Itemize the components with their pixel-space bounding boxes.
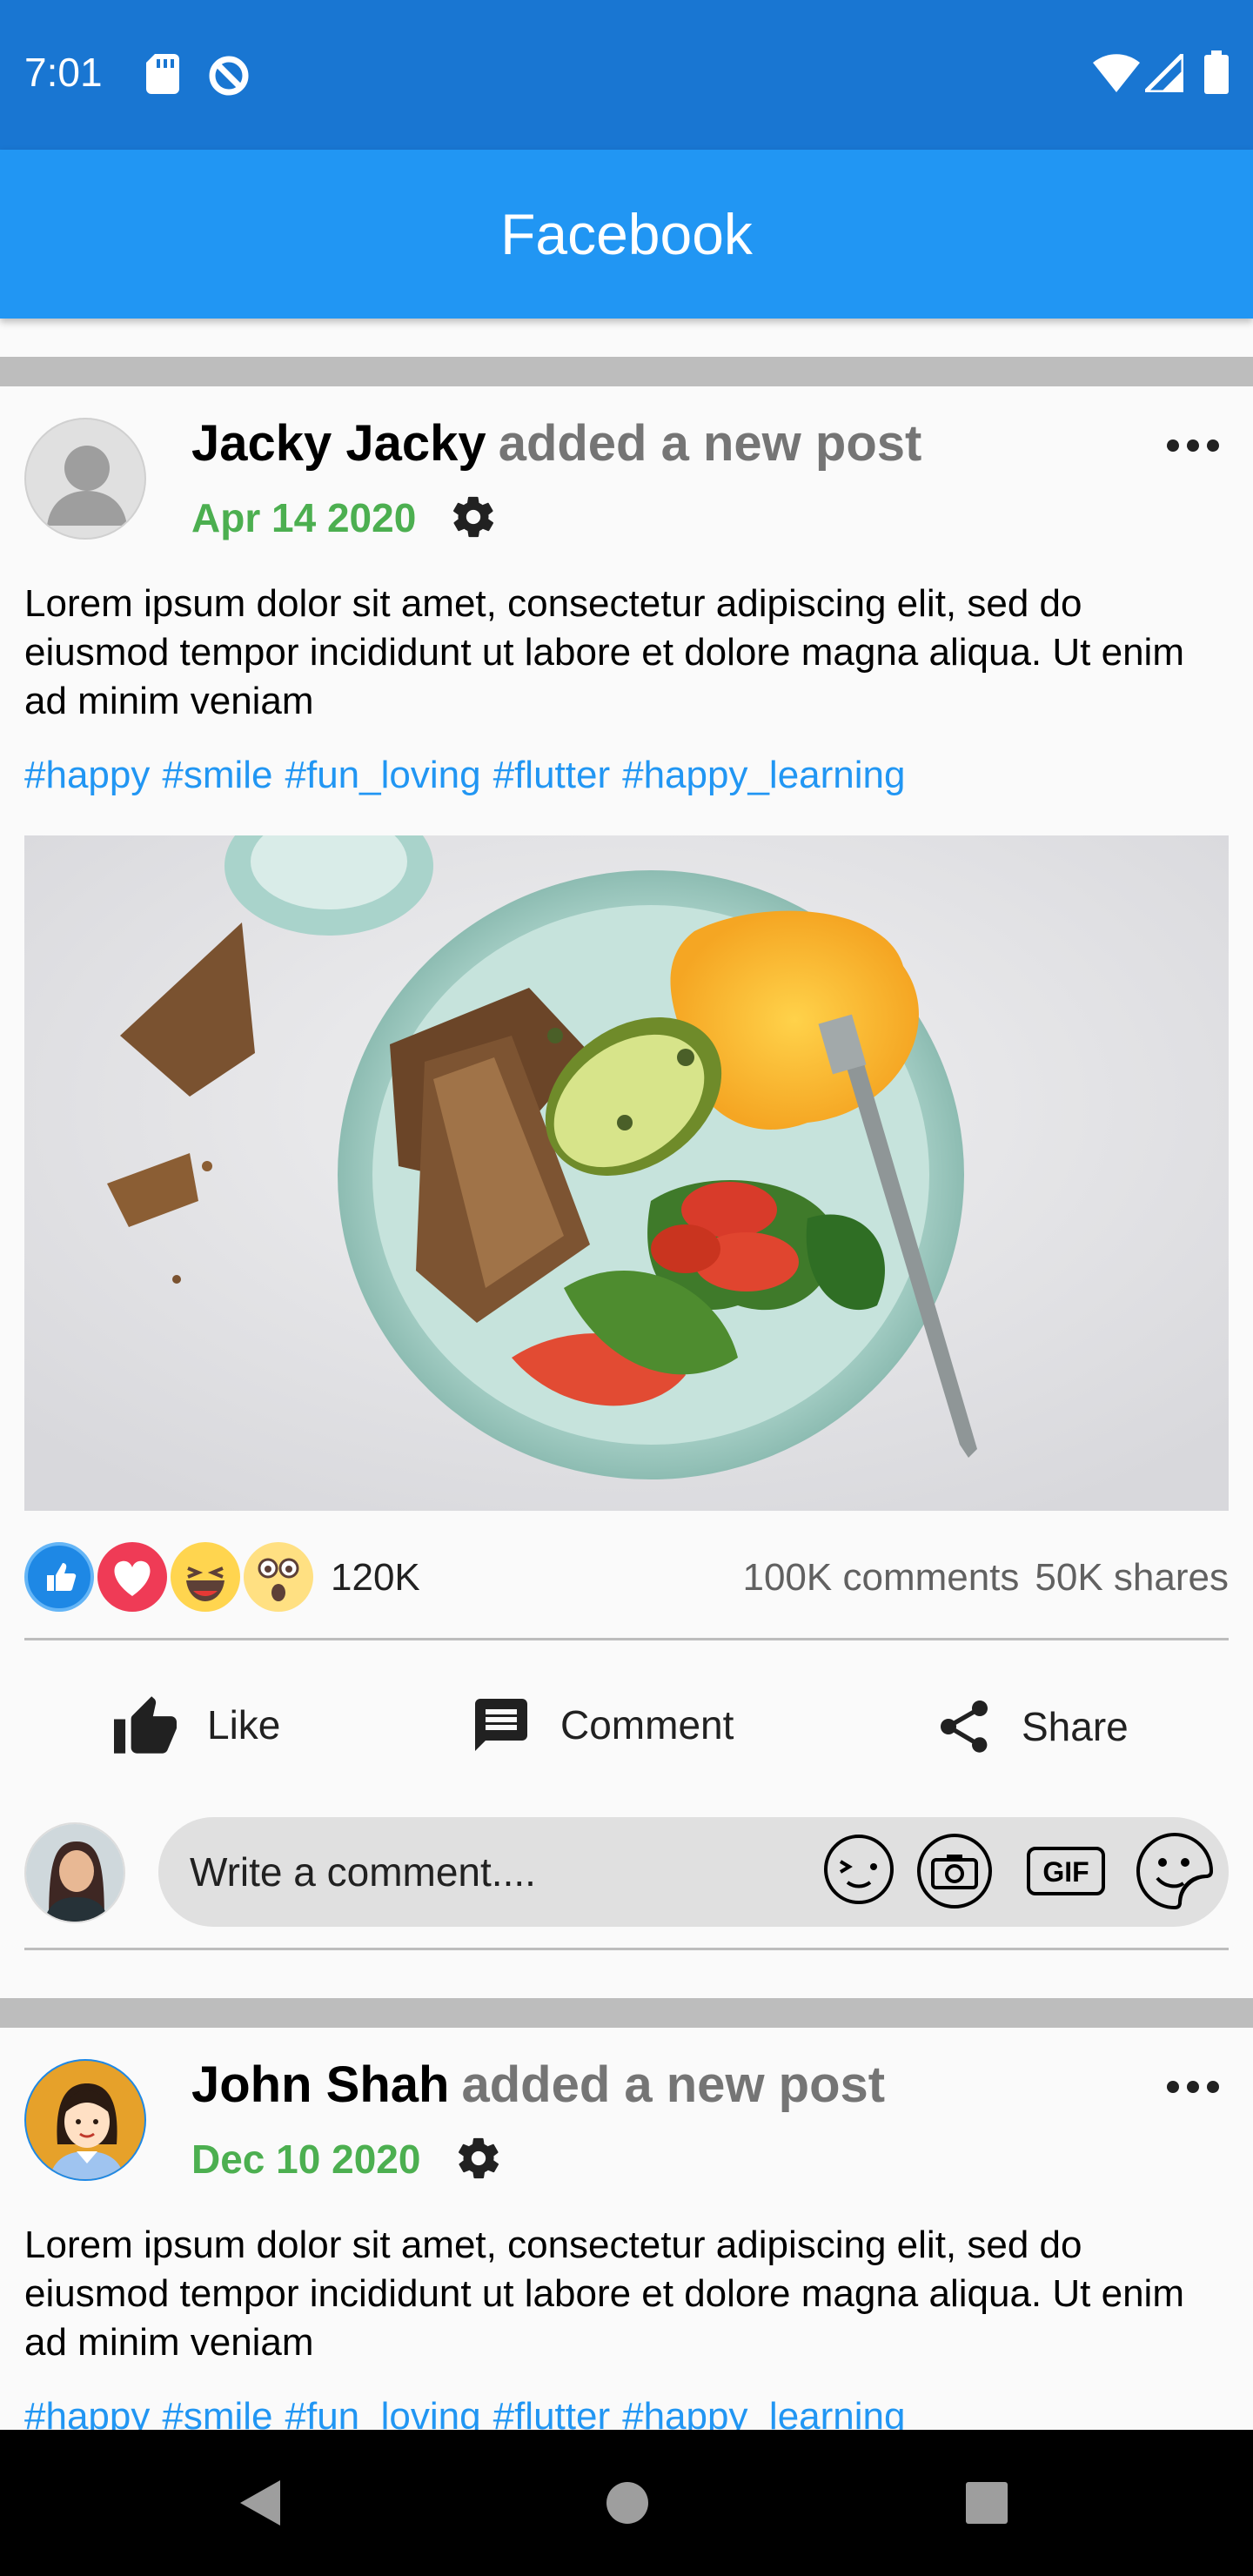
thumbs-up-icon bbox=[114, 1696, 177, 1754]
app-bar: Facebook bbox=[0, 150, 1253, 319]
data-saver-icon bbox=[207, 54, 251, 102]
hashtag[interactable]: #happy bbox=[24, 2395, 150, 2430]
gif-icon[interactable]: GIF bbox=[1027, 1847, 1105, 1900]
more-options-icon[interactable] bbox=[1166, 2080, 1220, 2098]
love-reaction-icon bbox=[97, 1542, 167, 1612]
post-date: Dec 10 2020 bbox=[191, 2137, 421, 2182]
hashtag[interactable]: #flutter bbox=[493, 754, 611, 796]
wifi-icon bbox=[1093, 54, 1140, 97]
hashtag[interactable]: #flutter bbox=[493, 2395, 611, 2430]
comments-count[interactable]: 100K comments bbox=[742, 1556, 1019, 1599]
comment-input[interactable]: Write a comment.... GIF bbox=[158, 1817, 1229, 1927]
author-name[interactable]: John Shah bbox=[191, 2056, 449, 2113]
status-bar: 7:01 bbox=[0, 0, 1253, 150]
post-image[interactable] bbox=[24, 835, 1229, 1511]
sd-card-icon bbox=[146, 54, 179, 98]
comment-label: Comment bbox=[560, 1702, 734, 1748]
hashtag[interactable]: #happy_learning bbox=[622, 754, 905, 796]
hashtag-row: #happy #smile #fun_loving #flutter #happy_le… bbox=[24, 2395, 918, 2430]
haha-reaction-icon bbox=[171, 1542, 240, 1612]
app-title: Facebook bbox=[500, 202, 753, 266]
wow-reaction-icon bbox=[244, 1542, 313, 1612]
divider bbox=[24, 1638, 1229, 1640]
home-icon[interactable] bbox=[604, 2477, 651, 2528]
post-action-text: added a new post bbox=[461, 2056, 886, 2113]
system-nav-bar bbox=[0, 2430, 1253, 2576]
like-button[interactable]: Like bbox=[110, 1694, 280, 1756]
post-body-text: Lorem ipsum dolor sit amet, consectetur … bbox=[24, 582, 1184, 722]
gear-icon[interactable] bbox=[449, 493, 498, 546]
gear-icon[interactable] bbox=[454, 2134, 503, 2187]
camera-icon[interactable] bbox=[915, 1832, 994, 1915]
more-options-icon[interactable] bbox=[1166, 439, 1220, 457]
post-action-text: added a new post bbox=[498, 415, 922, 472]
user-photo bbox=[26, 1824, 124, 1922]
hashtag[interactable]: #fun_loving bbox=[285, 754, 481, 796]
battery-icon bbox=[1204, 50, 1229, 98]
cartoon-avatar-image bbox=[49, 2083, 125, 2179]
signal-icon bbox=[1139, 48, 1186, 97]
post-separator bbox=[0, 1998, 1253, 2028]
post-author-line: John Shah added a new post bbox=[191, 2056, 885, 2114]
author-avatar[interactable] bbox=[24, 418, 146, 540]
hashtag-row: #happy #smile #fun_loving #flutter #happy_le… bbox=[24, 754, 918, 797]
like-label: Like bbox=[207, 1702, 281, 1748]
food-plate-image bbox=[24, 835, 1229, 1511]
status-time: 7:01 bbox=[24, 50, 103, 95]
comment-placeholder: Write a comment.... bbox=[190, 1849, 536, 1895]
hashtag[interactable]: #smile bbox=[162, 754, 272, 796]
like-reaction-icon bbox=[24, 1542, 94, 1612]
hashtag[interactable]: #happy bbox=[24, 754, 150, 796]
post-stats: 100K comments 50K shares bbox=[727, 1556, 1229, 1600]
emoji-face-icon[interactable] bbox=[821, 1832, 896, 1911]
sticker-icon[interactable] bbox=[1133, 1829, 1216, 1917]
comment-button[interactable]: Comment bbox=[468, 1694, 734, 1756]
share-label: Share bbox=[1022, 1704, 1129, 1749]
post-card: John Shah added a new post Dec 10 2020 Lo… bbox=[0, 2028, 1253, 2430]
svg-text:GIF: GIF bbox=[1042, 1856, 1089, 1888]
author-avatar[interactable] bbox=[24, 2059, 146, 2181]
divider bbox=[24, 1948, 1229, 1950]
shares-count[interactable]: 50K shares bbox=[1035, 1556, 1229, 1599]
post-author-line: Jacky Jacky added a new post bbox=[191, 414, 921, 473]
back-icon[interactable] bbox=[235, 2477, 287, 2533]
post-separator bbox=[0, 357, 1253, 386]
recents-icon[interactable] bbox=[964, 2480, 1009, 2530]
post-card: Jacky Jacky added a new post Apr 14 2020 … bbox=[0, 386, 1253, 1953]
comment-icon bbox=[475, 1699, 527, 1751]
post-body-text: Lorem ipsum dolor sit amet, consectetur … bbox=[24, 2224, 1184, 2364]
hashtag[interactable]: #fun_loving bbox=[285, 2395, 481, 2430]
author-name[interactable]: Jacky Jacky bbox=[191, 415, 486, 472]
person-placeholder-icon bbox=[47, 446, 127, 526]
commenter-avatar[interactable] bbox=[24, 1822, 125, 1923]
hashtag[interactable]: #happy_learning bbox=[622, 2395, 905, 2430]
reaction-count[interactable]: 120K bbox=[331, 1556, 420, 1600]
post-date: Apr 14 2020 bbox=[191, 495, 417, 540]
share-icon bbox=[941, 1701, 988, 1753]
hashtag[interactable]: #smile bbox=[162, 2395, 272, 2430]
share-button[interactable]: Share bbox=[933, 1694, 1129, 1760]
